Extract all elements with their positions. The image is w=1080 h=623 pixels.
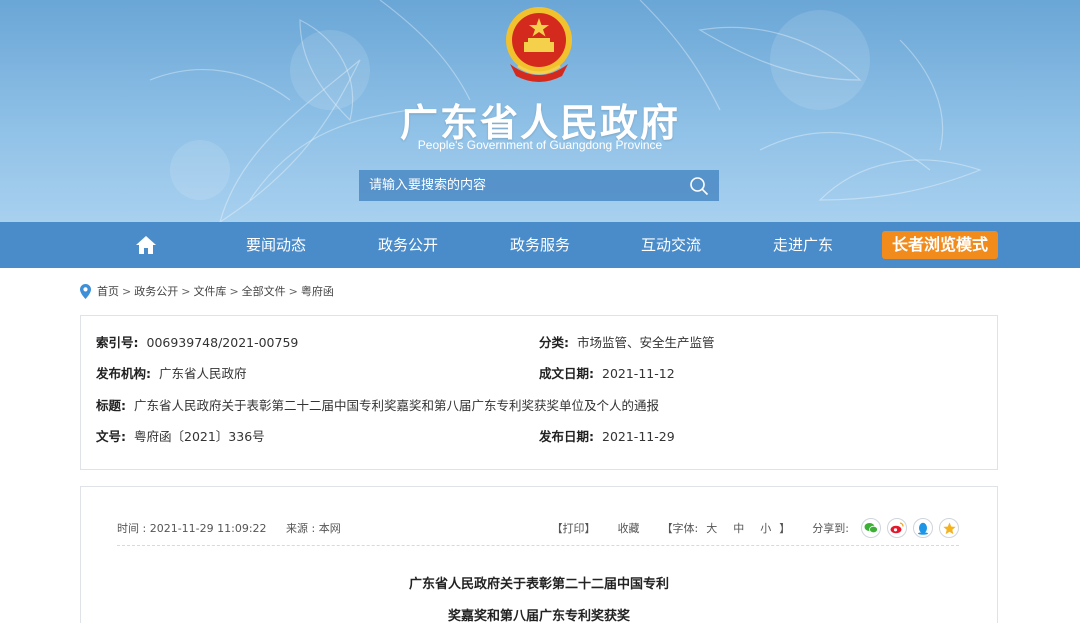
share-label: 分享到: <box>812 522 849 535</box>
document-title-line-2: 奖嘉奖和第八届广东专利奖获奖 <box>447 609 630 623</box>
header-banner: 广东省人民政府 People's Government of Guangdong… <box>0 0 1080 222</box>
nav-gov-affairs[interactable]: 政务公开 <box>368 222 448 268</box>
font-size-end: 】 <box>779 522 791 535</box>
info-index: 索引号: 006939748/2021-00759 <box>96 332 298 351</box>
breadcrumb-separator: > <box>122 284 132 298</box>
breadcrumb-separator: > <box>181 284 191 298</box>
article-time: 时间 : 2021-11-29 11:09:22 <box>117 522 267 535</box>
elder-mode-button[interactable]: 长者浏览模式 <box>882 231 998 259</box>
favorite-button[interactable]: 收藏 <box>618 520 640 536</box>
info-published-label: 发布日期: <box>539 429 594 444</box>
breadcrumb-yuefuhan[interactable]: 粤府函 <box>301 283 334 299</box>
info-category: 分类: 市场监管、安全生产监管 <box>539 332 715 351</box>
info-index-value: 006939748/2021-00759 <box>146 335 299 350</box>
print-button[interactable]: 【打印】 <box>552 520 596 536</box>
nav-gov-services[interactable]: 政务服务 <box>500 222 580 268</box>
nav-interaction[interactable]: 互动交流 <box>631 222 711 268</box>
search-input[interactable] <box>359 170 679 201</box>
article-tools: 【打印】 收藏 【字体: 大 中 小】 分享到: <box>552 517 959 539</box>
font-size-controls: 【字体: 大 中 小】 <box>662 520 791 536</box>
article-meta-left: 时间 : 2021-11-29 11:09:22 来源 : 本网 <box>117 520 357 536</box>
site-subtitle: People's Government of Guangdong Provinc… <box>417 138 663 152</box>
breadcrumb-gov-affairs[interactable]: 政务公开 <box>134 283 178 299</box>
nav-about-guangdong[interactable]: 走进广东 <box>763 222 843 268</box>
national-emblem-icon <box>506 7 572 82</box>
info-title-label: 标题: <box>96 398 126 413</box>
breadcrumb-all-files[interactable]: 全部文件 <box>242 283 286 299</box>
font-small-button[interactable]: 小 <box>760 522 771 535</box>
article-source: 来源 : 本网 <box>286 522 341 535</box>
breadcrumb-separator: > <box>229 284 239 298</box>
qzone-share-icon[interactable] <box>939 518 959 538</box>
breadcrumb-separator: > <box>288 284 298 298</box>
breadcrumb: 首页 > 政务公开 > 文件库 > 全部文件 > 粤府函 <box>80 282 334 300</box>
weibo-share-icon[interactable] <box>887 518 907 538</box>
info-title-value: 广东省人民政府关于表彰第二十二届中国专利奖嘉奖和第八届广东专利奖获奖单位及个人的… <box>134 398 660 413</box>
search-icon <box>690 176 709 195</box>
wechat-share-icon[interactable] <box>861 518 881 538</box>
article-panel: 时间 : 2021-11-29 11:09:22 来源 : 本网 【打印】 收藏… <box>80 486 998 623</box>
search-button[interactable] <box>679 170 719 201</box>
info-issuer-label: 发布机构: <box>96 366 151 381</box>
nav-news[interactable]: 要闻动态 <box>236 222 316 268</box>
qq-share-icon[interactable] <box>913 518 933 538</box>
document-info-panel: 索引号: 006939748/2021-00759 分类: 市场监管、安全生产监管 … <box>80 315 998 470</box>
info-index-label: 索引号: <box>96 335 139 350</box>
main-nav: 要闻动态 政务公开 政务服务 互动交流 走进广东 长者浏览模式 <box>0 222 1080 268</box>
breadcrumb-home[interactable]: 首页 <box>97 283 119 299</box>
info-created-value: 2021-11-12 <box>602 366 675 381</box>
article-meta-row: 时间 : 2021-11-29 11:09:22 来源 : 本网 【打印】 收藏… <box>117 517 959 539</box>
info-created-label: 成文日期: <box>539 366 594 381</box>
info-docno-value: 粤府函〔2021〕336号 <box>134 429 265 444</box>
info-title: 标题: 广东省人民政府关于表彰第二十二届中国专利奖嘉奖和第八届广东专利奖获奖单位及… <box>96 395 659 414</box>
breadcrumb-file-library[interactable]: 文件库 <box>193 283 226 299</box>
info-published-value: 2021-11-29 <box>602 429 675 444</box>
info-published-date: 发布日期: 2021-11-29 <box>539 426 675 445</box>
info-category-label: 分类: <box>539 335 569 350</box>
info-issuer: 发布机构: 广东省人民政府 <box>96 363 247 382</box>
font-size-label: 【字体: <box>661 522 699 535</box>
info-issuer-value: 广东省人民政府 <box>159 366 247 381</box>
font-large-button[interactable]: 大 <box>706 522 717 535</box>
font-medium-button[interactable]: 中 <box>733 522 744 535</box>
info-created-date: 成文日期: 2021-11-12 <box>539 363 675 382</box>
info-category-value: 市场监管、安全生产监管 <box>577 335 715 350</box>
nav-home[interactable] <box>128 222 164 268</box>
search-box <box>359 170 719 201</box>
document-title-line-1: 广东省人民政府关于表彰第二十二届中国专利 <box>408 577 669 592</box>
info-docno: 文号: 粤府函〔2021〕336号 <box>96 426 265 445</box>
meta-divider <box>117 545 959 546</box>
info-docno-label: 文号: <box>96 429 126 444</box>
home-icon <box>136 236 156 254</box>
location-pin-icon <box>80 283 91 299</box>
